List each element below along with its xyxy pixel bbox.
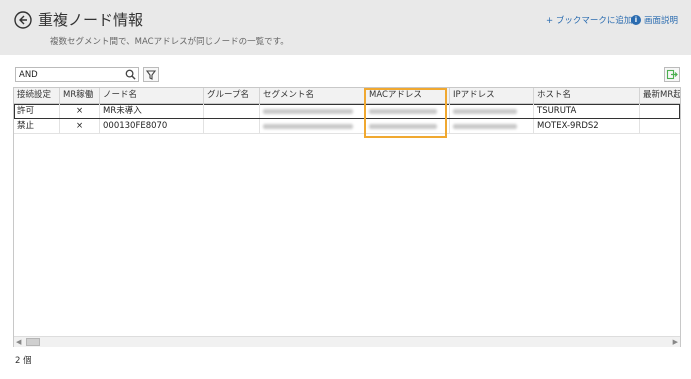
cell-ip-address-redacted: [450, 104, 534, 118]
col-node-name[interactable]: ノード名: [100, 88, 204, 103]
cell-connection: 許可: [14, 104, 60, 118]
col-host-name[interactable]: ホスト名: [534, 88, 640, 103]
cell-node-name: 000130FE8070: [100, 119, 204, 133]
horizontal-scrollbar[interactable]: ◀ ▶: [14, 336, 680, 347]
cell-mr-status: ×: [60, 119, 100, 133]
cell-latest-mr: [640, 104, 680, 118]
cell-mac-address-redacted: [366, 119, 450, 133]
col-group-name[interactable]: グループ名: [204, 88, 260, 103]
scrollbar-thumb[interactable]: [26, 338, 40, 346]
back-arrow-icon[interactable]: [14, 11, 32, 29]
page-header: 重複ノード情報 複数セグメント間で、MACアドレスが同じノードの一覧です。 + …: [0, 0, 691, 55]
cell-connection: 禁止: [14, 119, 60, 133]
cell-mr-status: ×: [60, 104, 100, 118]
info-icon: i: [631, 15, 641, 25]
cell-segment-name-redacted: [260, 119, 366, 133]
col-mr-status[interactable]: MR稼働: [60, 88, 100, 103]
cell-node-name: MR未導入: [100, 104, 204, 118]
table-row[interactable]: 禁止 × 000130FE8070 MOTEX-9RDS2: [14, 119, 680, 134]
col-connection[interactable]: 接続設定: [14, 88, 60, 103]
filter-button[interactable]: [143, 67, 159, 82]
duplicate-node-table: 接続設定 MR稼働 ノード名 グループ名 セグメント名 MACアドレス IPアド…: [13, 87, 681, 347]
filter-icon: [145, 70, 157, 80]
export-button[interactable]: [664, 67, 680, 82]
table-row[interactable]: 許可 × MR未導入 TSURUTA: [14, 104, 680, 119]
table-header: 接続設定 MR稼働 ノード名 グループ名 セグメント名 MACアドレス IPアド…: [14, 88, 680, 104]
cell-group-name: [204, 104, 260, 118]
page-title: 重複ノード情報: [38, 11, 144, 29]
add-bookmark-link[interactable]: + ブックマークに追加: [546, 14, 632, 26]
export-icon: [666, 69, 678, 80]
page-subtitle: 複数セグメント間で、MACアドレスが同じノードの一覧です。: [50, 37, 289, 47]
screen-help-label: 画面説明: [644, 16, 679, 26]
col-mac-address[interactable]: MACアドレス: [366, 88, 450, 103]
cell-host-name: TSURUTA: [534, 104, 640, 118]
scroll-right-icon[interactable]: ▶: [673, 338, 678, 346]
record-count: 2 個: [15, 356, 32, 366]
cell-group-name: [204, 119, 260, 133]
screen-help-link[interactable]: i 画面説明: [631, 14, 678, 26]
col-ip-address[interactable]: IPアドレス: [450, 88, 534, 103]
search-box: [15, 67, 139, 82]
search-input[interactable]: [19, 68, 119, 81]
cell-host-name: MOTEX-9RDS2: [534, 119, 640, 133]
scroll-left-icon[interactable]: ◀: [16, 338, 21, 346]
col-segment-name[interactable]: セグメント名: [260, 88, 366, 103]
cell-segment-name-redacted: [260, 104, 366, 118]
col-latest-mr[interactable]: 最新MR起: [640, 88, 680, 103]
cell-mac-address-redacted: [366, 104, 450, 118]
cell-latest-mr: [640, 119, 680, 133]
cell-ip-address-redacted: [450, 119, 534, 133]
search-icon[interactable]: [125, 69, 136, 80]
